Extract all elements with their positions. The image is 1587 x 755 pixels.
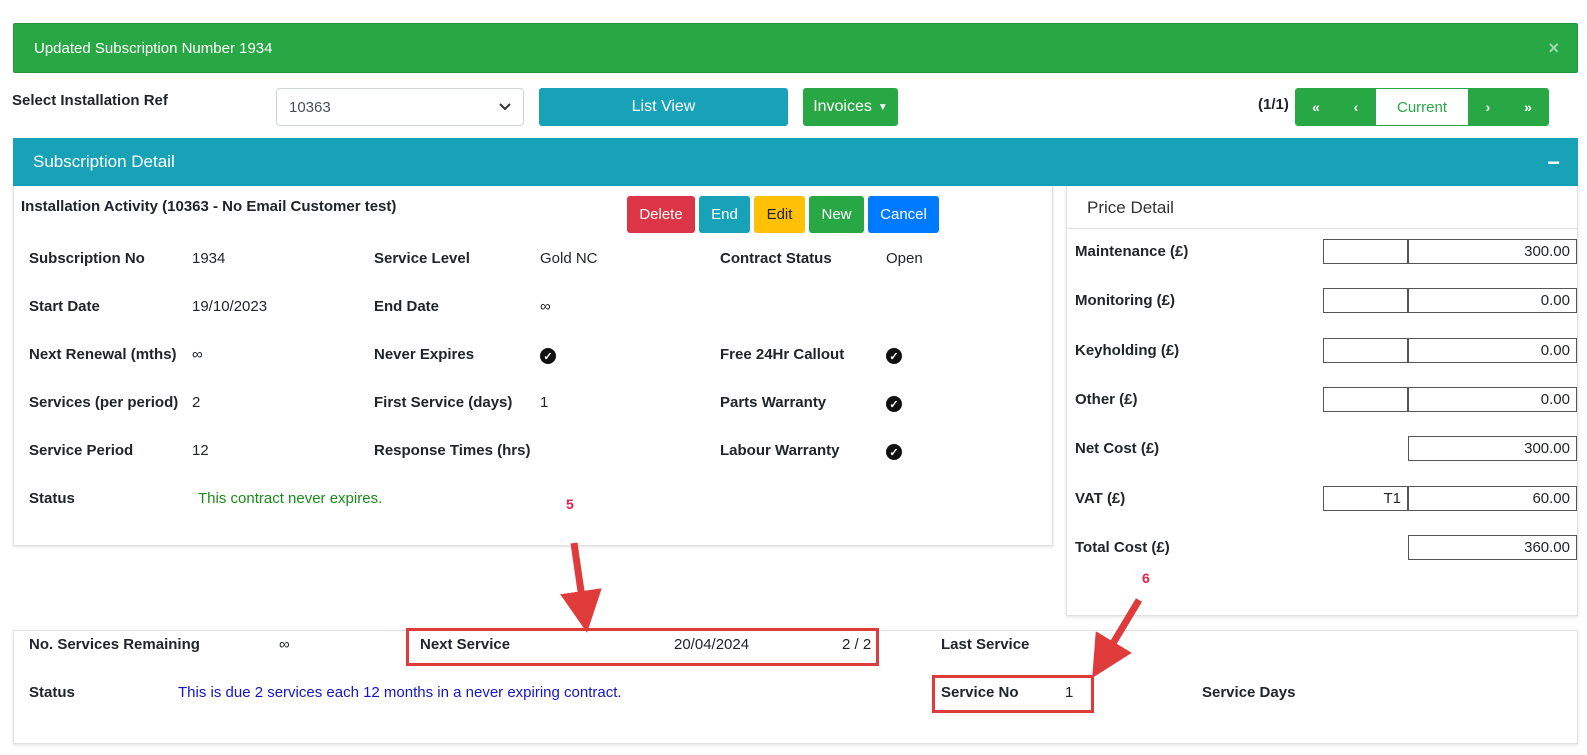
last-page-button[interactable]: » bbox=[1508, 89, 1548, 125]
monitoring-small-field[interactable] bbox=[1323, 288, 1408, 313]
annotation-number-6: 6 bbox=[1142, 570, 1150, 586]
service-days-label: Service Days bbox=[1202, 684, 1296, 701]
cancel-button[interactable]: Cancel bbox=[868, 196, 939, 233]
monitoring-label: Monitoring (£) bbox=[1075, 292, 1175, 309]
service-level-value: Gold NC bbox=[540, 250, 598, 267]
divider bbox=[1067, 228, 1577, 229]
maintenance-label: Maintenance (£) bbox=[1075, 243, 1189, 260]
services-per-period-value: 2 bbox=[192, 394, 201, 411]
never-expires-label: Never Expires bbox=[374, 346, 475, 363]
services-per-period-label: Services (per period) bbox=[29, 394, 179, 411]
start-date-label: Start Date bbox=[29, 298, 100, 315]
first-service-label: First Service (days) bbox=[374, 394, 513, 411]
action-buttons: Delete End Edit New Cancel bbox=[627, 196, 939, 233]
keyholding-value-field[interactable]: 0.00 bbox=[1408, 338, 1577, 363]
services-remaining-label: No. Services Remaining bbox=[29, 636, 200, 653]
monitoring-value-field[interactable]: 0.00 bbox=[1408, 288, 1577, 313]
keyholding-small-field[interactable] bbox=[1323, 338, 1408, 363]
vat-label: VAT (£) bbox=[1075, 490, 1126, 507]
page-count: (1/1) bbox=[1258, 96, 1289, 113]
installation-ref-value: 10363 bbox=[289, 98, 331, 116]
other-small-field[interactable] bbox=[1323, 387, 1408, 412]
services-remaining-value: ∞ bbox=[279, 636, 290, 653]
net-cost-field[interactable]: 300.00 bbox=[1408, 436, 1577, 461]
end-date-value: ∞ bbox=[540, 298, 551, 315]
edit-button[interactable]: Edit bbox=[754, 196, 805, 233]
start-date-value: 19/10/2023 bbox=[192, 298, 268, 315]
next-renewal-value: ∞ bbox=[192, 346, 203, 363]
next-renewal-label: Next Renewal (mths) bbox=[29, 346, 177, 363]
service-period-label: Service Period bbox=[29, 442, 134, 459]
maintenance-value-field[interactable]: 300.00 bbox=[1408, 239, 1577, 264]
caret-down-icon: ▼ bbox=[877, 101, 888, 113]
contract-status-message: This contract never expires. bbox=[198, 490, 383, 507]
alert-message: Updated Subscription Number 1934 bbox=[34, 39, 273, 57]
annotation-number-5: 5 bbox=[566, 496, 574, 512]
labour-warranty-check-icon: ✓ bbox=[886, 444, 902, 460]
invoices-label: Invoices bbox=[813, 98, 872, 115]
labour-warranty-label: Labour Warranty bbox=[720, 442, 840, 459]
service-period-value: 12 bbox=[192, 442, 209, 459]
success-alert: Updated Subscription Number 1934 × bbox=[13, 23, 1578, 73]
price-detail-title: Price Detail bbox=[1087, 198, 1174, 217]
service-status-message: This is due 2 services each 12 months in… bbox=[178, 684, 622, 701]
new-button[interactable]: New bbox=[809, 196, 864, 233]
total-cost-field[interactable]: 360.00 bbox=[1408, 535, 1577, 560]
current-page-button[interactable]: Current bbox=[1376, 89, 1468, 125]
contract-status-label: Contract Status bbox=[720, 250, 832, 267]
parts-warranty-check-icon: ✓ bbox=[886, 396, 902, 412]
installation-ref-select[interactable]: 10363 bbox=[276, 88, 524, 126]
price-detail-panel: Price Detail Maintenance (£) 300.00 Moni… bbox=[1066, 186, 1578, 616]
annotation-box-next-service bbox=[406, 628, 879, 666]
next-page-button[interactable]: › bbox=[1468, 89, 1508, 125]
other-label: Other (£) bbox=[1075, 391, 1138, 408]
installation-activity-panel: Installation Activity (10363 - No Email … bbox=[13, 186, 1053, 546]
service-level-label: Service Level bbox=[374, 250, 470, 267]
select-installation-label: Select Installation Ref bbox=[12, 92, 168, 109]
free-callout-check-icon: ✓ bbox=[886, 348, 902, 364]
first-page-button[interactable]: « bbox=[1296, 89, 1336, 125]
pager: « ‹ Current › » bbox=[1295, 88, 1549, 126]
end-date-label: End Date bbox=[374, 298, 440, 315]
response-times-label: Response Times (hrs) bbox=[374, 442, 531, 459]
service-status-label: Status bbox=[29, 684, 75, 701]
list-view-button[interactable]: List View bbox=[539, 88, 788, 126]
keyholding-label: Keyholding (£) bbox=[1075, 342, 1180, 359]
subscription-no-value: 1934 bbox=[192, 250, 226, 267]
vat-code-field[interactable]: T1 bbox=[1323, 486, 1408, 511]
never-expires-check-icon: ✓ bbox=[540, 348, 556, 364]
annotation-arrow-5 bbox=[560, 542, 602, 633]
subscription-detail-header: Subscription Detail − bbox=[13, 138, 1578, 186]
vat-value-field[interactable]: 60.00 bbox=[1408, 486, 1577, 511]
other-value-field[interactable]: 0.00 bbox=[1408, 387, 1577, 412]
parts-warranty-label: Parts Warranty bbox=[720, 394, 827, 411]
collapse-icon[interactable]: − bbox=[1547, 150, 1560, 176]
close-icon[interactable]: × bbox=[1548, 38, 1559, 59]
end-button[interactable]: End bbox=[699, 196, 750, 233]
maintenance-small-field[interactable] bbox=[1323, 239, 1408, 264]
subscription-no-label: Subscription No bbox=[29, 250, 145, 267]
status-label: Status bbox=[29, 490, 75, 507]
net-cost-label: Net Cost (£) bbox=[1075, 440, 1160, 457]
annotation-box-service-no bbox=[932, 675, 1094, 713]
installation-activity-title: Installation Activity (10363 - No Email … bbox=[21, 198, 397, 215]
card-title: Subscription Detail bbox=[33, 152, 175, 171]
chevron-down-icon bbox=[499, 100, 511, 114]
prev-page-button[interactable]: ‹ bbox=[1336, 89, 1376, 125]
free-callout-label: Free 24Hr Callout bbox=[720, 346, 845, 363]
last-service-label: Last Service bbox=[941, 636, 1030, 653]
total-cost-label: Total Cost (£) bbox=[1075, 539, 1170, 556]
contract-status-value: Open bbox=[886, 250, 923, 267]
delete-button[interactable]: Delete bbox=[627, 196, 695, 233]
invoices-dropdown-button[interactable]: Invoices ▼ bbox=[803, 88, 898, 126]
first-service-value: 1 bbox=[540, 394, 549, 411]
